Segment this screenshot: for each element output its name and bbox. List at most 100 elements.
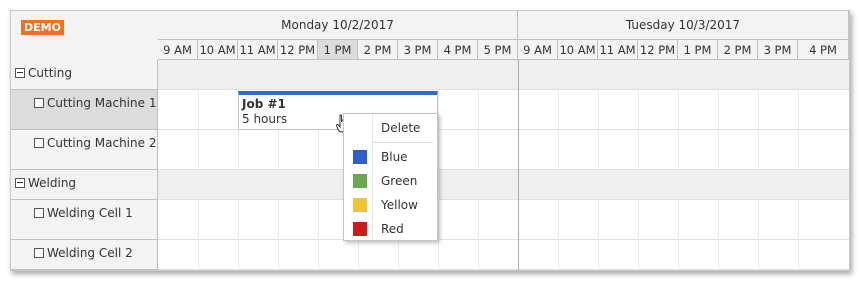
grid-line [198,200,199,240]
scheduler-corner: DEMO [11,11,159,61]
hour-header: 1 PM [318,40,358,60]
resource-group-cutting[interactable]: Cutting [11,60,158,90]
day-separator-line [518,60,519,270]
hour-header: 3 PM [758,40,798,60]
menu-item-label: Delete [381,121,421,135]
grid-line [478,200,479,240]
grid-line [478,240,479,270]
grid-line [758,240,759,270]
resource-group-welding[interactable]: Welding [11,170,158,200]
checkbox-icon[interactable] [34,248,44,258]
hour-header: 9 AM [518,40,558,60]
menu-item-green[interactable]: Green [344,169,437,193]
grid-line [798,130,799,170]
grid-line [198,130,199,170]
grid-line [478,130,479,170]
grid-line [558,200,559,240]
menu-separator [372,142,433,143]
grid-line [558,240,559,270]
hour-header: 12 PM [278,40,318,60]
resource-cutting-machine-1[interactable]: Cutting Machine 1 [11,90,158,130]
menu-item-label: Yellow [381,198,418,212]
grid-line [598,130,599,170]
resource-label: Welding Cell 1 [47,206,133,220]
grid-line [798,200,799,240]
hour-header: 12 PM [638,40,678,60]
grid-line [798,90,799,130]
menu-item-label: Blue [381,150,408,164]
grid-line [638,200,639,240]
resource-label: Cutting Machine 2 [47,136,157,150]
grid-line [438,200,439,240]
resource-label: Welding Cell 2 [47,246,133,260]
grid-line [558,90,559,130]
grid-line [598,90,599,130]
collapse-icon[interactable] [15,178,25,188]
hour-header: 4 PM [798,40,849,60]
resource-label: Welding [28,176,77,190]
hour-header: 9 AM [158,40,198,60]
resource-row[interactable] [158,130,849,170]
hour-header: 1 PM [678,40,718,60]
grid-line [198,90,199,130]
grid-line [558,130,559,170]
grid-line [238,130,239,170]
resource-welding-cell-2[interactable]: Welding Cell 2 [11,240,158,270]
context-menu: Delete Blue Green Yellow Red [343,113,438,241]
grid-line [678,240,679,270]
hour-header: 11 AM [598,40,638,60]
group-row[interactable] [158,60,849,90]
menu-item-label: Green [381,174,418,188]
day-header-monday: Monday 10/2/2017 [158,11,518,40]
grid-line [718,240,719,270]
red-swatch-icon [353,222,367,236]
demo-badge: DEMO [21,20,64,35]
menu-item-yellow[interactable]: Yellow [344,193,437,217]
grid-line [278,240,279,270]
blue-swatch-icon [353,150,367,164]
grid-line [638,130,639,170]
resource-row[interactable] [158,200,849,240]
grid-line [398,240,399,270]
grid-line [318,240,319,270]
grid-line [678,90,679,130]
grid-line [758,130,759,170]
resource-welding-cell-1[interactable]: Welding Cell 1 [11,200,158,240]
resource-cutting-machine-2[interactable]: Cutting Machine 2 [11,130,158,170]
grid-line [278,200,279,240]
grid-line [678,130,679,170]
grid-line [278,130,279,170]
grid-line [478,90,479,130]
hour-header: 2 PM [358,40,398,60]
event-title: Job #1 [242,97,286,111]
menu-item-delete[interactable]: Delete [344,116,437,140]
grid-line [718,130,719,170]
grid-line [238,200,239,240]
yellow-swatch-icon [353,198,367,212]
checkbox-icon[interactable] [34,208,44,218]
grid-line [318,130,319,170]
grid-line [598,240,599,270]
menu-item-blue[interactable]: Blue [344,145,437,169]
grid-line [758,90,759,130]
grid-line [438,130,439,170]
grid-line [678,200,679,240]
menu-item-label: Red [381,222,404,236]
grid-line [718,200,719,240]
collapse-icon[interactable] [15,68,25,78]
hour-header: 11 AM [238,40,278,60]
grid-line [358,240,359,270]
checkbox-icon[interactable] [34,98,44,108]
grid-line [198,240,199,270]
group-row[interactable] [158,170,849,200]
grid-line [238,240,239,270]
day-header-tuesday: Tuesday 10/3/2017 [518,11,849,40]
grid-line [638,240,639,270]
menu-item-red[interactable]: Red [344,217,437,241]
grid-line [318,200,319,240]
resource-label: Cutting Machine 1 [47,96,157,110]
checkbox-icon[interactable] [34,138,44,148]
hour-header: 2 PM [718,40,758,60]
resource-row[interactable] [158,240,849,270]
grid-line [758,200,759,240]
